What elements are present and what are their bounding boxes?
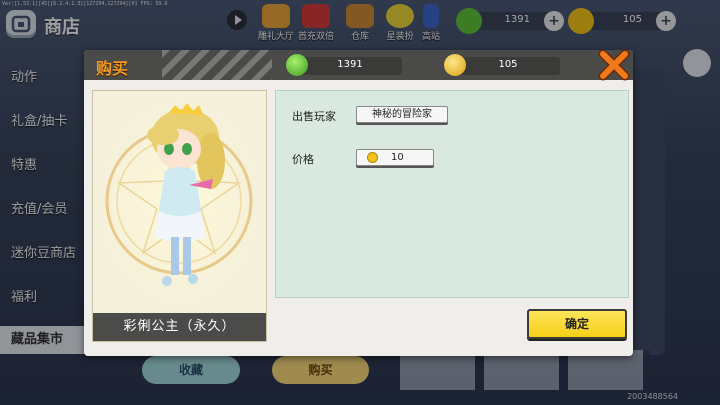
seller-label: 出售玩家 [292,110,336,123]
dialog-coin-balance: 105 [444,54,560,76]
item-card: 彩俐公主（永久） [92,90,267,342]
purchase-info-panel: 出售玩家 神秘的冒险家 价格 10 [275,90,629,298]
close-button[interactable] [596,48,632,82]
purchase-dialog: 购买 1391 105 彩俐公主（永久） 出售玩家 神秘的冒险家 价格 10 确… [84,48,633,356]
character-illustration [93,91,266,313]
price-value-box: 10 [356,149,434,166]
close-icon [598,49,630,81]
item-preview [93,91,266,313]
dialog-title: 购买 [96,59,129,78]
price-value: 10 [391,152,404,163]
seller-name: 神秘的冒险家 [356,106,448,123]
item-name: 彩俐公主（永久） [93,313,266,341]
header-stripes [162,50,272,80]
price-label: 价格 [292,153,314,166]
coin-icon [367,152,378,163]
confirm-button[interactable]: 确定 [527,309,627,339]
dialog-header: 购买 1391 105 [84,48,633,82]
dialog-gem-balance: 1391 [286,54,402,76]
